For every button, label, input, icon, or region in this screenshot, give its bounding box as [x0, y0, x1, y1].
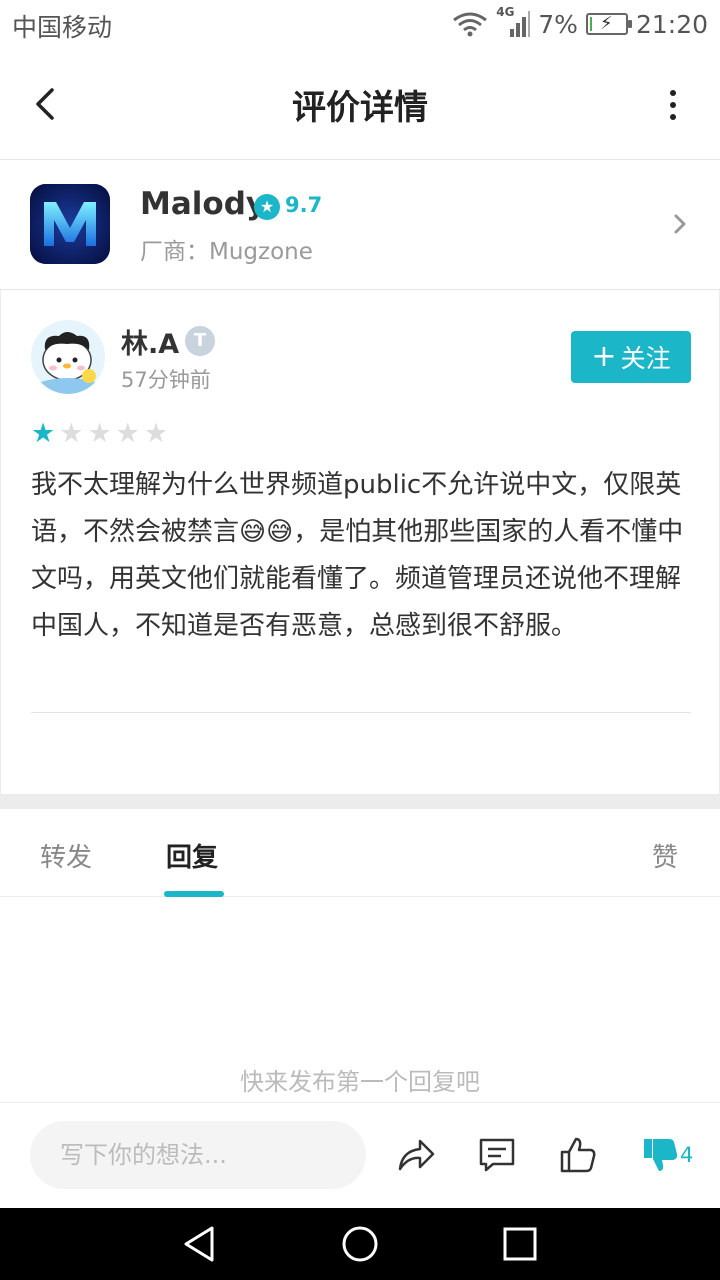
clock: 21:20 [635, 9, 708, 39]
nav-back-icon[interactable] [180, 1224, 220, 1264]
review-card: 林.A T 57分钟前 + 关注 ★ ★ ★ ★ ★ 我不太理解为什么世界频道publi… [0, 290, 720, 795]
tab-reply[interactable]: 回复 [166, 837, 218, 874]
wifi-icon [453, 12, 488, 37]
battery-fill [589, 17, 592, 31]
carrier-label: 中国移动 [12, 13, 113, 42]
star-empty-icon: ★ [87, 418, 112, 449]
app-logo-icon [30, 184, 110, 264]
app-card[interactable]: Malody ★ 9.7 厂商：Mugzone [0, 160, 720, 290]
dislike-count: 4 [680, 1143, 694, 1167]
user-level-badge: T [185, 326, 215, 356]
thumbs-up-icon[interactable] [558, 1135, 598, 1175]
status-icons: 4G 7% ⚡ 21:20 [452, 5, 708, 42]
review-text: 我不太理解为什么世界频道public不允许说中文，仅限英语，不然会被禁言😅😅，是… [31, 470, 684, 641]
plus-icon: + [591, 339, 617, 374]
star-empty-icon: ★ [115, 418, 140, 449]
thumbs-down-icon[interactable] [640, 1135, 680, 1175]
battery-icon: ⚡ [585, 13, 632, 35]
page-title: 评价详情 [292, 88, 428, 128]
status-bar: 中国移动 4G 7% ⚡ 21:20 [0, 0, 720, 50]
bottom-action-bar: 4 [0, 1102, 720, 1208]
divider [31, 712, 691, 713]
app-name: Malody [140, 186, 267, 222]
comment-input[interactable] [30, 1121, 366, 1189]
star-empty-icon: ★ [59, 418, 84, 449]
app-score: 9.7 [285, 193, 323, 217]
active-tab-indicator [164, 891, 224, 897]
follow-button[interactable]: + 关注 [571, 331, 691, 383]
battery-percent: 7% [538, 9, 578, 39]
chevron-right-icon [674, 214, 686, 234]
nav-home-icon[interactable] [340, 1224, 380, 1264]
nav-recents-icon[interactable] [500, 1224, 540, 1264]
app-vendor: 厂商：Mugzone [140, 239, 313, 265]
more-vertical-icon[interactable] [666, 86, 680, 126]
rating-stars: ★ ★ ★ ★ ★ [31, 420, 168, 448]
share-icon[interactable] [396, 1135, 436, 1175]
star-filled-icon: ★ [31, 418, 56, 449]
tab-forward[interactable]: 转发 [40, 837, 92, 874]
user-name[interactable]: 林.A [121, 322, 179, 361]
review-time: 57分钟前 [121, 368, 211, 392]
top-app-bar: 评价详情 [0, 50, 720, 160]
tab-bar: 转发 回复 赞 [0, 809, 720, 897]
star-icon: ★ [254, 194, 280, 220]
cellular-signal-icon: 4G [496, 5, 531, 39]
tab-like[interactable]: 赞 [652, 837, 678, 874]
charging-bolt-icon: ⚡ [599, 13, 613, 34]
comment-icon[interactable] [477, 1135, 517, 1175]
system-nav-bar [0, 1208, 720, 1280]
section-separator [0, 795, 720, 809]
star-empty-icon: ★ [143, 418, 169, 449]
avatar[interactable] [31, 320, 105, 394]
follow-label: 关注 [620, 344, 671, 373]
empty-replies-hint: 快来发布第一个回复吧 [240, 1068, 480, 1096]
